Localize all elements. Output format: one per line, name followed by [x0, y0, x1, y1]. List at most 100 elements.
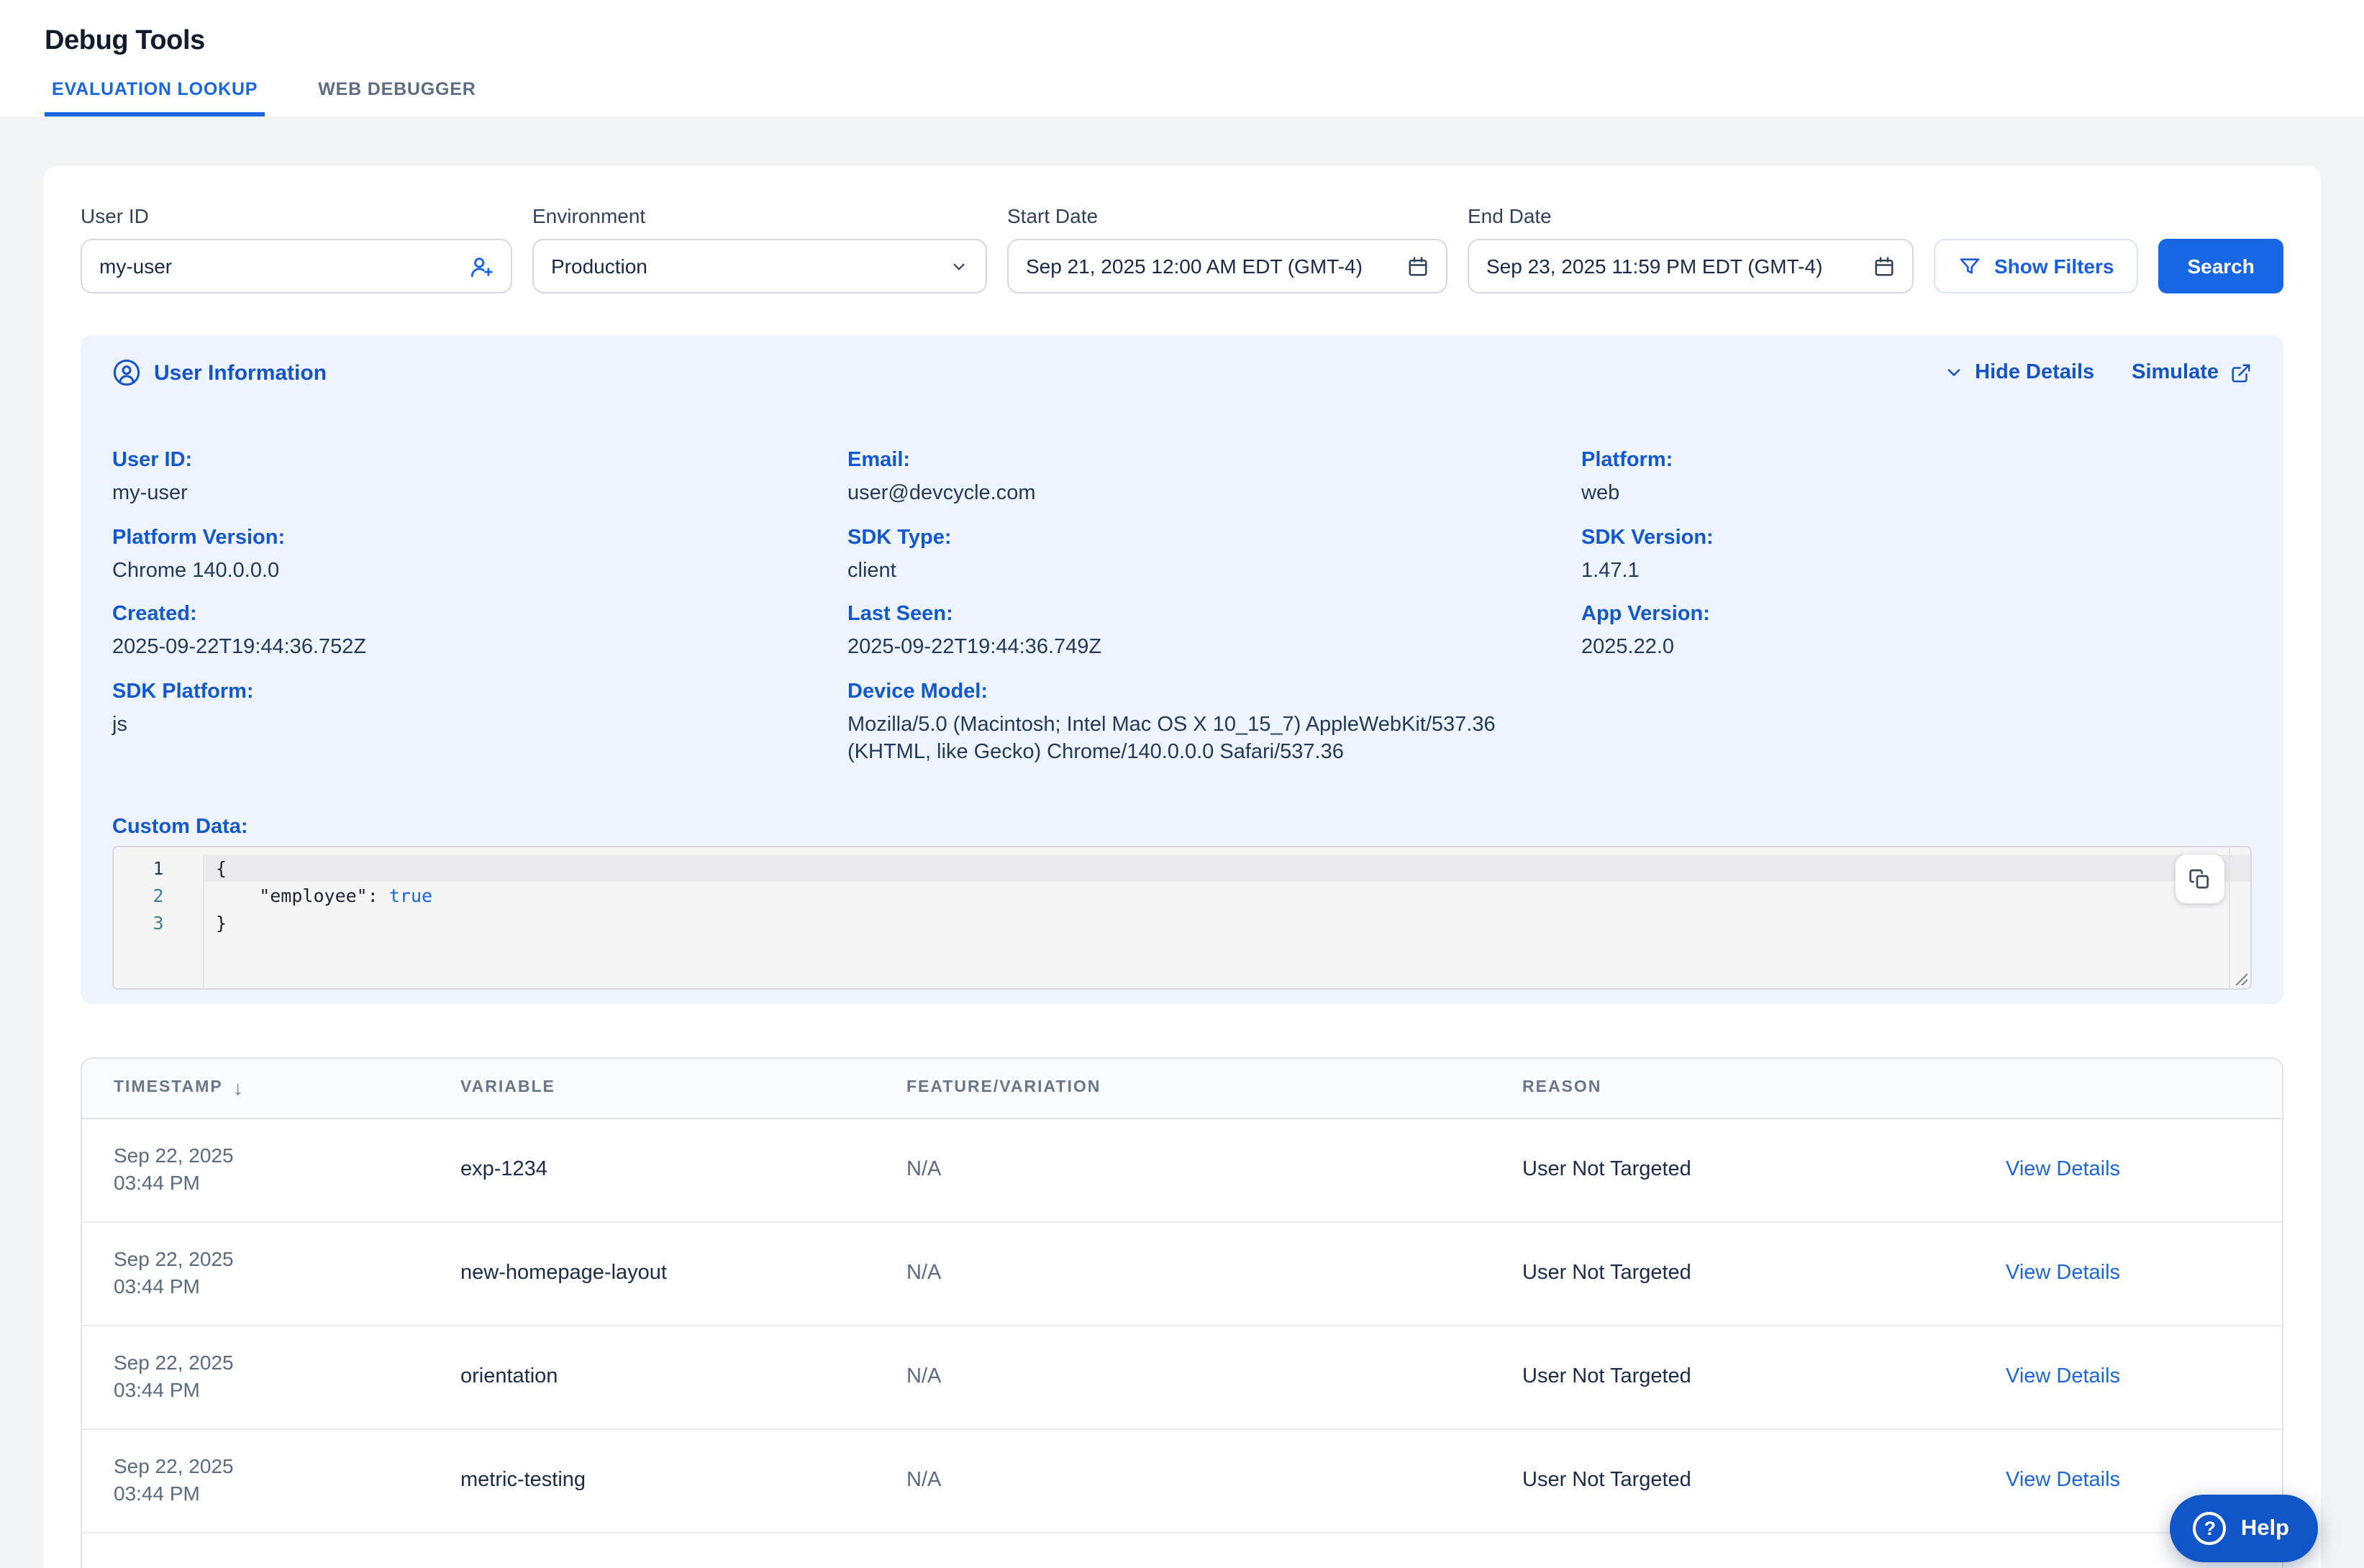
view-details-link[interactable]: View Details	[2006, 1158, 2282, 1181]
code-line: "employee": true	[204, 881, 2250, 908]
start-date-input[interactable]: Sep 21, 2025 12:00 AM EDT (GMT-4)	[1007, 239, 1447, 293]
field-label: Platform:	[1581, 447, 2252, 473]
variable-cell: new-homepage-layout	[460, 1262, 906, 1285]
end-date-value: Sep 23, 2025 11:59 PM EDT (GMT-4)	[1486, 255, 1822, 278]
variable-cell: orientation	[460, 1365, 906, 1388]
user-info-grid: User ID:my-user Platform Version:Chrome …	[112, 447, 2252, 783]
view-details-link[interactable]: View Details	[2006, 1262, 2282, 1285]
simulate-button[interactable]: Simulate	[2132, 361, 2252, 384]
user-id-field: User ID my-user	[81, 204, 512, 293]
start-date-label: Start Date	[1007, 204, 1447, 227]
info-column-2: Email:user@devcycle.com SDK Type:client …	[847, 447, 1581, 783]
feature-cell: N/A	[906, 1469, 1522, 1492]
field-value: 2025-09-22T19:44:36.752Z	[112, 634, 847, 662]
code-line: {	[204, 854, 2250, 881]
external-link-icon	[2230, 362, 2252, 383]
show-filters-button[interactable]: Show Filters	[1934, 239, 2138, 293]
field-value: Mozilla/5.0 (Macintosh; Intel Mac OS X 1…	[847, 711, 1535, 767]
help-button[interactable]: ? Help	[2170, 1495, 2318, 1562]
table-header-row: TIMESTAMP ↓ VARIABLE FEATURE/VARIATION R…	[82, 1058, 2282, 1118]
user-id-label: User ID	[81, 204, 512, 227]
field-label: User ID:	[112, 447, 847, 473]
user-id-input[interactable]: my-user	[81, 239, 512, 293]
column-header-timestamp[interactable]: TIMESTAMP ↓	[82, 1076, 460, 1099]
chevron-down-icon	[950, 257, 968, 275]
environment-value: Production	[551, 255, 647, 278]
copy-icon	[2188, 867, 2211, 890]
field-label: SDK Version:	[1581, 524, 2252, 550]
start-date-value: Sep 21, 2025 12:00 AM EDT (GMT-4)	[1026, 255, 1363, 278]
field-label: Last Seen:	[847, 601, 1581, 627]
panel-header: User Information Hide Details Simulate	[112, 358, 2252, 387]
field-value: client	[847, 557, 1581, 585]
view-details-link[interactable]: View Details	[2006, 1365, 2282, 1388]
search-button[interactable]: Search	[2158, 239, 2283, 293]
panel-actions: Hide Details Simulate	[1943, 361, 2252, 384]
table-row: Sep 22, 202503:44 PM new-homepage-layout…	[82, 1222, 2282, 1326]
field-value: user@devcycle.com	[847, 480, 1581, 509]
user-id-value: my-user	[99, 255, 172, 278]
panel-title: User Information	[154, 360, 327, 385]
line-number: 3	[114, 908, 203, 936]
info-column-3: Platform: web SDK Version: 1.47.1 App Vers…	[1581, 447, 2252, 783]
panel-title-group: User Information	[112, 358, 327, 387]
view-details-link[interactable]: View Details	[2006, 1469, 2282, 1492]
field-label: Platform Version:	[112, 524, 847, 550]
reason-cell: User Not Targeted	[1522, 1365, 2006, 1388]
filter-funnel-icon	[1958, 255, 1981, 278]
user-add-icon[interactable]	[469, 254, 494, 278]
field-label: SDK Platform:	[112, 678, 847, 704]
calendar-icon[interactable]	[1873, 255, 1895, 277]
help-label: Help	[2241, 1515, 2289, 1541]
resize-handle-icon[interactable]	[2232, 969, 2247, 985]
question-mark-icon: ?	[2193, 1512, 2227, 1545]
environment-field: Environment Production	[532, 204, 987, 293]
timestamp-cell: Sep 22, 202503:44 PM	[82, 1349, 460, 1405]
field-label: SDK Type:	[847, 524, 1581, 550]
show-filters-label: Show Filters	[1994, 255, 2114, 278]
reason-cell: User Not Targeted	[1522, 1262, 2006, 1285]
column-header-variable: VARIABLE	[460, 1079, 906, 1096]
reason-cell: User Not Targeted	[1522, 1469, 2006, 1492]
copy-button[interactable]	[2176, 854, 2224, 903]
line-number: 1	[114, 854, 203, 881]
field-value: 1.47.1	[1581, 557, 2252, 585]
hide-details-button[interactable]: Hide Details	[1943, 361, 2094, 384]
column-header-reason: REASON	[1522, 1079, 2006, 1096]
custom-data-editor[interactable]: 1 2 3 { "employee": true }	[112, 845, 2252, 989]
user-information-panel: User Information Hide Details Simulate	[81, 335, 2283, 1003]
end-date-field: End Date Sep 23, 2025 11:59 PM EDT (GMT-…	[1468, 204, 1914, 293]
custom-data-label: Custom Data:	[112, 815, 2252, 838]
line-number-gutter: 1 2 3	[114, 854, 203, 988]
user-circle-icon	[112, 358, 141, 387]
environment-select[interactable]: Production	[532, 239, 987, 293]
top-bar: Debug Tools EVALUATION LOOKUP WEB DEBUGG…	[0, 0, 2364, 117]
info-column-1: User ID:my-user Platform Version:Chrome …	[112, 447, 847, 783]
table-row: Sep 22, 2025 togglebot-speed Hello Toggl…	[82, 1533, 2282, 1568]
field-value: 2025-09-22T19:44:36.749Z	[847, 634, 1581, 662]
field-value: js	[112, 711, 847, 739]
variable-cell: metric-testing	[460, 1469, 906, 1492]
field-value: my-user	[112, 480, 847, 509]
feature-cell: N/A	[906, 1262, 1522, 1285]
hide-details-label: Hide Details	[1975, 361, 2094, 384]
evaluation-lookup-card: User ID my-user Environment Production S	[43, 165, 2321, 1568]
sort-descending-icon: ↓	[233, 1076, 245, 1099]
field-label: Email:	[847, 447, 1581, 473]
field-value: web	[1581, 480, 2252, 509]
timestamp-cell: Sep 22, 202503:44 PM	[82, 1245, 460, 1301]
tab-bar: EVALUATION LOOKUP WEB DEBUGGER	[45, 79, 483, 117]
tab-web-debugger[interactable]: WEB DEBUGGER	[311, 79, 483, 117]
evaluations-table: TIMESTAMP ↓ VARIABLE FEATURE/VARIATION R…	[81, 1057, 2283, 1568]
field-label: App Version:	[1581, 601, 2252, 627]
line-number: 2	[114, 881, 203, 908]
variable-cell: exp-1234	[460, 1158, 906, 1181]
calendar-icon[interactable]	[1407, 255, 1429, 277]
tab-evaluation-lookup[interactable]: EVALUATION LOOKUP	[45, 79, 265, 117]
timestamp-cell: Sep 22, 202503:44 PM	[82, 1141, 460, 1198]
end-date-input[interactable]: Sep 23, 2025 11:59 PM EDT (GMT-4)	[1468, 239, 1914, 293]
reason-cell: User Not Targeted	[1522, 1158, 2006, 1181]
filter-row: User ID my-user Environment Production S	[81, 204, 2283, 293]
feature-cell: N/A	[906, 1158, 1522, 1181]
simulate-label: Simulate	[2132, 361, 2219, 384]
